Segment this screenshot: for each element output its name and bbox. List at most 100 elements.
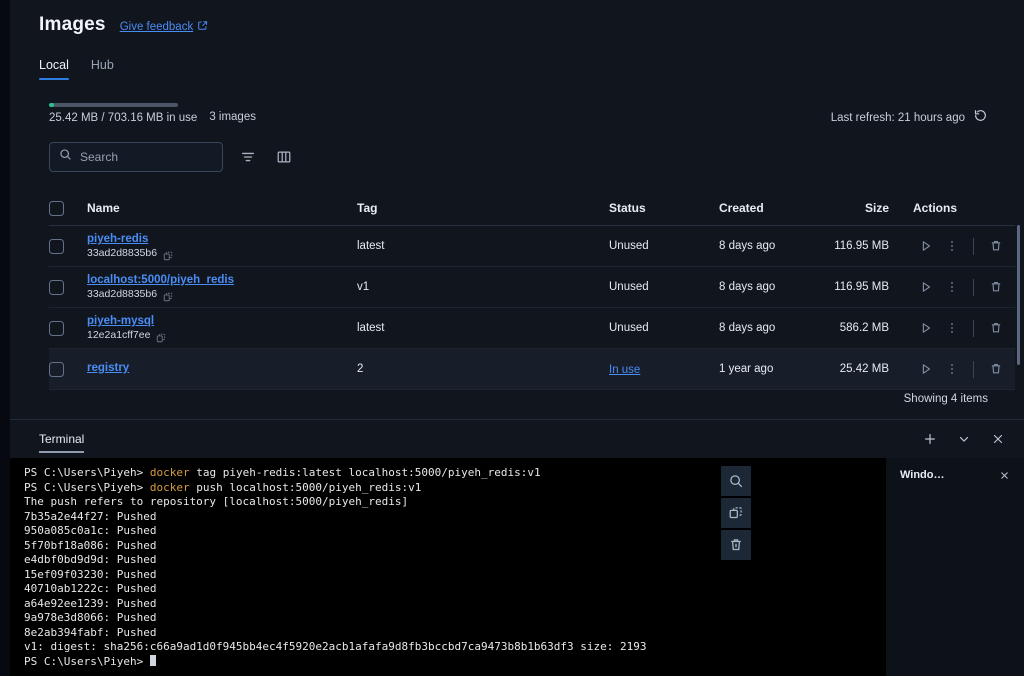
- row-actions: [889, 316, 1009, 340]
- terminal-line: e4dbf0bd9d9d: Pushed: [24, 553, 157, 566]
- terminal-bar-actions: [920, 429, 1008, 449]
- trash-icon[interactable]: [983, 316, 1009, 340]
- image-id-line: 33ad2d8835b6: [87, 288, 357, 302]
- filter-icon[interactable]: [237, 146, 259, 168]
- close-icon[interactable]: [988, 429, 1008, 449]
- image-created: 8 days ago: [719, 322, 776, 334]
- image-name-link[interactable]: localhost:5000/piyeh_redis: [87, 274, 234, 286]
- row-actions: [889, 275, 1009, 299]
- terminal-line: v1: digest: sha256:c66a9ad1d0f945bb4ec4f…: [24, 640, 647, 653]
- last-refresh[interactable]: Last refresh: 21 hours ago: [831, 108, 988, 128]
- table-row[interactable]: registry 2 In use 1 year ago 25.42 MB: [49, 349, 1015, 390]
- table-scrollbar[interactable]: [1017, 225, 1020, 365]
- image-created: 1 year ago: [719, 363, 774, 375]
- kebab-menu-icon[interactable]: [939, 275, 965, 299]
- terminal-line: The push refers to repository [localhost…: [24, 495, 409, 508]
- storage-usage-label: 25.42 MB / 703.16 MB in use: [49, 112, 198, 124]
- row-checkbox[interactable]: [49, 279, 64, 295]
- trash-icon[interactable]: [983, 357, 1009, 381]
- copy-icon[interactable]: [163, 289, 173, 302]
- image-name-cell: localhost:5000/piyeh_redis 33ad2d8835b6: [87, 274, 357, 302]
- terminal-line: a64e92ee1239: Pushed: [24, 596, 157, 610]
- give-feedback-link[interactable]: Give feedback: [120, 20, 209, 34]
- kebab-menu-icon[interactable]: [939, 316, 965, 340]
- tab-hub[interactable]: Hub: [91, 58, 114, 80]
- terminal-line: 950a085c0a1c: Pushed: [24, 524, 157, 537]
- tab-local[interactable]: Local: [39, 58, 69, 80]
- column-header-size[interactable]: Size: [809, 201, 889, 215]
- terminal-line: PS C:\Users\Piyeh>: [24, 654, 885, 670]
- copy-icon[interactable]: [156, 330, 166, 343]
- row-checkbox[interactable]: [49, 361, 64, 377]
- image-tag: v1: [357, 281, 370, 293]
- select-all-checkbox[interactable]: [49, 200, 64, 216]
- trash-icon[interactable]: [721, 530, 751, 560]
- terminal-tab-bar: Terminal: [10, 420, 1024, 458]
- app-window: Images Give feedback Local Hub 25.42 MB …: [0, 0, 1024, 676]
- image-tag: latest: [357, 240, 385, 252]
- table-footer-count: Showing 4 items: [903, 393, 988, 405]
- close-icon[interactable]: [996, 467, 1012, 483]
- terminal-cursor: [149, 654, 156, 666]
- last-refresh-label: Last refresh: 21 hours ago: [830, 112, 965, 124]
- terminal-prompt: PS C:\Users\Piyeh>: [24, 480, 150, 494]
- row-select-cell: [49, 238, 87, 254]
- copy-icon[interactable]: [163, 248, 173, 261]
- table-row[interactable]: piyeh-mysql 12e2a1cff7ee latest Unused 8…: [49, 308, 1015, 349]
- image-tag: latest: [357, 322, 385, 334]
- table-row[interactable]: localhost:5000/piyeh_redis 33ad2d8835b6: [49, 267, 1015, 308]
- columns-icon[interactable]: [273, 146, 295, 168]
- play-icon[interactable]: [913, 234, 939, 258]
- row-checkbox[interactable]: [49, 320, 64, 336]
- search-icon: [59, 148, 72, 166]
- terminal-line: 15ef09f03230: Pushed: [24, 567, 157, 581]
- table-toolbar: [49, 142, 1024, 172]
- column-header-name[interactable]: Name: [87, 201, 357, 215]
- image-size: 25.42 MB: [839, 363, 889, 375]
- terminal-body: PS C:\Users\Piyeh> docker tag piyeh-redi…: [10, 458, 1024, 676]
- terminal-console[interactable]: PS C:\Users\Piyeh> docker tag piyeh-redi…: [10, 458, 885, 676]
- plus-icon[interactable]: [920, 429, 940, 449]
- view-tabs: Local Hub: [39, 58, 1024, 80]
- terminal-keyword: docker: [149, 480, 190, 494]
- column-header-status[interactable]: Status: [609, 201, 719, 215]
- column-header-tag[interactable]: Tag: [357, 201, 609, 215]
- image-name-cell: piyeh-redis 33ad2d8835b6: [87, 233, 357, 261]
- storage-usage: 25.42 MB / 703.16 MB in use: [49, 103, 197, 124]
- search-input[interactable]: [80, 150, 213, 164]
- row-checkbox[interactable]: [49, 238, 64, 254]
- image-status: Unused: [609, 281, 649, 293]
- play-icon[interactable]: [913, 357, 939, 381]
- image-name-link[interactable]: piyeh-mysql: [87, 315, 154, 327]
- action-divider: [973, 237, 975, 255]
- trash-icon[interactable]: [983, 275, 1009, 299]
- kebab-menu-icon[interactable]: [939, 357, 965, 381]
- play-icon[interactable]: [913, 316, 939, 340]
- terminal-line: PS C:\Users\Piyeh> docker push localhost…: [24, 481, 885, 496]
- chevron-down-icon[interactable]: [954, 429, 974, 449]
- window-panel-title: Windo…: [900, 469, 945, 481]
- action-divider: [973, 278, 975, 296]
- tab-terminal[interactable]: Terminal: [39, 423, 85, 455]
- trash-icon[interactable]: [983, 234, 1009, 258]
- images-count-label: 3 images: [209, 111, 256, 123]
- kebab-menu-icon[interactable]: [939, 234, 965, 258]
- table-row[interactable]: piyeh-redis 33ad2d8835b6 latest Unused 8…: [49, 226, 1015, 267]
- image-status-link[interactable]: In use: [609, 364, 640, 376]
- copy-icon[interactable]: [721, 498, 751, 528]
- images-table: Name Tag Status Created Size Actions piy: [49, 191, 1020, 390]
- row-select-cell: [49, 361, 87, 377]
- image-name-link[interactable]: piyeh-redis: [87, 233, 148, 245]
- image-created: 8 days ago: [719, 281, 776, 293]
- terminal-line: 5f70bf18a086: Pushed: [24, 538, 157, 552]
- row-select-cell: [49, 320, 87, 336]
- search-icon[interactable]: [721, 466, 751, 496]
- terminal-keyword: docker: [149, 466, 190, 479]
- image-id-line: 12e2a1cff7ee: [87, 329, 357, 343]
- column-header-created[interactable]: Created: [719, 201, 809, 215]
- search-box[interactable]: [49, 142, 223, 172]
- refresh-icon[interactable]: [973, 108, 988, 128]
- terminal-line: 8e2ab394fabf: Pushed: [24, 625, 157, 639]
- play-icon[interactable]: [913, 275, 939, 299]
- image-name-link[interactable]: registry: [87, 362, 129, 374]
